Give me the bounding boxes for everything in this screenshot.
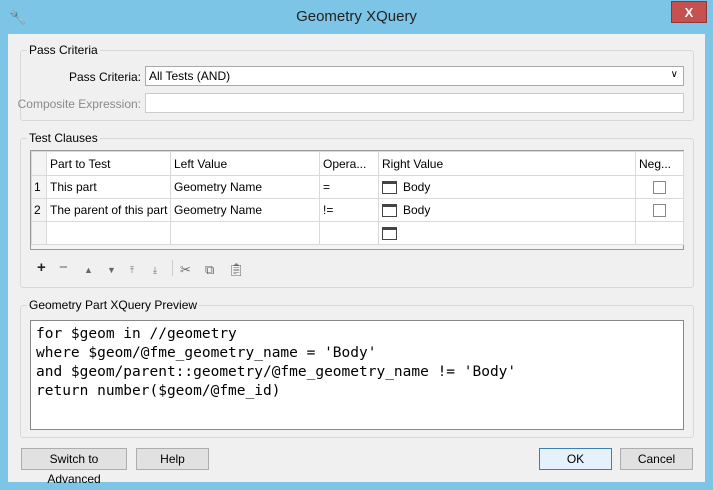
row-number: 1 [31,175,47,199]
pass-criteria-value: All Tests (AND) [149,69,231,83]
window-title: Geometry XQuery [296,8,417,25]
group-label: Pass Criteria [27,43,100,57]
pass-criteria-label: Pass Criteria: [68,70,141,84]
column-header[interactable]: Left Value [170,151,320,176]
row-number: 2 [31,198,47,222]
clauses-table: Part to Test Left Value Opera... Right V… [31,151,684,245]
operator-cell[interactable]: = [319,175,379,199]
text-editor-icon[interactable] [382,181,397,195]
cancel-button[interactable]: Cancel [620,448,693,470]
text-editor-icon[interactable] [382,204,397,218]
empty-row[interactable] [31,221,684,245]
paste-icon[interactable]: 📋︎ [228,262,245,278]
title-bar: 🔧 Geometry XQuery X [0,0,713,34]
add-icon[interactable]: + [37,259,46,276]
copy-icon[interactable]: ⧉ [205,262,214,278]
pass-criteria-dropdown[interactable]: All Tests (AND) ∨ [145,66,684,86]
part-cell[interactable]: The parent of this part [46,198,171,222]
remove-icon[interactable]: − [59,259,68,276]
cut-icon[interactable]: ✂ [180,262,191,278]
group-label: Test Clauses [27,131,100,145]
table-row[interactable]: 2 The parent of this part Geometry Name … [31,198,684,222]
switch-to-advanced-button[interactable]: Switch to Advanced [21,448,127,486]
right-value-cell[interactable]: Body [378,175,636,199]
negate-checkbox[interactable] [653,181,666,195]
left-value-cell[interactable]: Geometry Name [170,175,320,199]
column-header[interactable]: Right Value [378,151,636,176]
move-bottom-icon[interactable]: ⤓ [153,265,157,276]
right-value-text: Body [403,179,431,194]
help-button[interactable]: Help [136,448,209,470]
toolbar-divider [172,260,173,276]
right-value-text: Body [403,202,431,217]
column-header[interactable]: Neg... [635,151,684,176]
right-value-cell[interactable]: Body [378,198,636,222]
move-down-icon[interactable]: ▼ [107,265,116,275]
column-header[interactable]: Opera... [319,151,379,176]
xquery-preview[interactable]: for $geom in //geometry where $geom/@fme… [30,320,684,430]
dialog-body: Pass Criteria Pass Criteria: All Tests (… [8,34,705,486]
operator-cell[interactable]: != [319,198,379,222]
group-label: Geometry Part XQuery Preview [27,298,200,312]
column-header[interactable]: Part to Test [46,151,171,176]
chevron-down-icon: ∨ [670,69,678,80]
left-value-cell[interactable]: Geometry Name [170,198,320,222]
table-header: Part to Test Left Value Opera... Right V… [31,151,684,176]
ok-button[interactable]: OK [539,448,612,470]
table-row[interactable]: 1 This part Geometry Name = Body [31,175,684,199]
move-top-icon[interactable]: ⤒ [130,265,134,276]
composite-expression-input[interactable] [145,93,684,113]
close-button[interactable]: X [671,1,707,23]
text-editor-icon[interactable] [382,227,397,241]
composite-expression-label: Composite Expression: [17,97,141,111]
part-cell[interactable]: This part [46,175,171,199]
negate-checkbox[interactable] [653,204,666,218]
move-up-icon[interactable]: ▲ [84,265,93,275]
